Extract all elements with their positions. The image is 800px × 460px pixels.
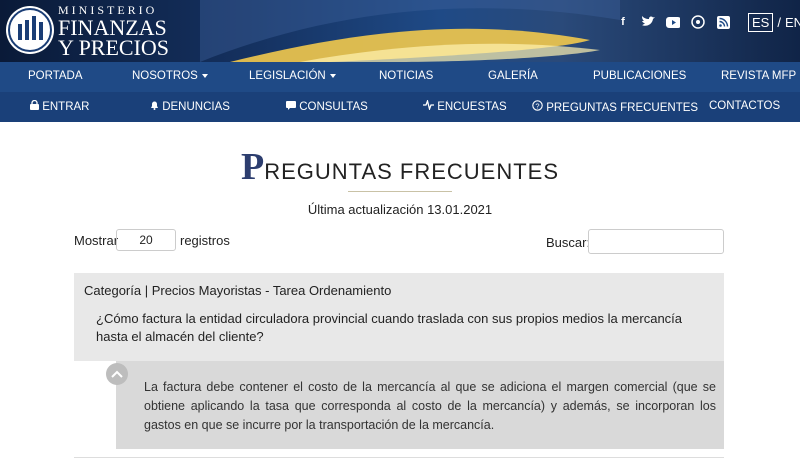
show-label: Mostrar [74, 233, 119, 248]
lang-en[interactable]: EN [785, 15, 800, 30]
nav-label: PORTADA [28, 70, 83, 82]
faq-question[interactable]: ¿Cómo factura la entidad circuladora pro… [96, 310, 716, 346]
nav-label: ENTRAR [42, 101, 90, 113]
nav-label: CONTACTOS [709, 100, 781, 112]
lang-es[interactable]: ES [748, 13, 774, 32]
nav-preguntas[interactable]: ? PREGUNTAS FRECUENTES [532, 100, 698, 114]
chevron-up-icon [111, 370, 123, 378]
nav-contactos[interactable]: CONTACTOS [709, 100, 780, 112]
nav-label: PUBLICACIONES [593, 70, 687, 82]
header-banner: MINISTERIO FINANZAS Y PRECIOS f ES / EN [0, 0, 800, 62]
nav-nosotros[interactable]: NOSOTROS [132, 70, 208, 82]
nav-legislacion[interactable]: LEGISLACIÓN [249, 70, 336, 82]
collapse-toggle[interactable] [106, 363, 128, 385]
records-label: registros [180, 233, 230, 248]
youtube-icon[interactable] [666, 15, 680, 29]
podcast-icon[interactable] [691, 15, 705, 29]
ministry-name[interactable]: MINISTERIO FINANZAS Y PRECIOS [58, 4, 169, 59]
search-input[interactable] [588, 229, 724, 254]
chat-icon [286, 101, 296, 110]
chevron-down-icon [201, 73, 208, 78]
nav-label: CONSULTAS [299, 101, 368, 113]
svg-text:?: ? [535, 101, 539, 110]
primary-nav: PORTADA NOSOTROS LEGISLACIÓN NOTICIAS GA… [0, 62, 800, 92]
social-links: f [616, 15, 730, 29]
title-rest: REGUNTAS FRECUENTES [264, 159, 560, 184]
pulse-icon [423, 98, 434, 112]
nav-galeria[interactable]: GALERÍA [488, 70, 538, 82]
faq-category: Categoría | Precios Mayoristas - Tarea O… [84, 283, 392, 298]
row-divider [74, 457, 724, 458]
nav-label: LEGISLACIÓN [249, 70, 326, 82]
nav-label: NOSOTROS [132, 70, 198, 82]
nav-label: REVISTA MFP [721, 70, 797, 82]
nav-label: PREGUNTAS FRECUENTES [546, 102, 699, 114]
nav-noticias[interactable]: NOTICIAS [379, 70, 433, 82]
bell-icon [151, 101, 158, 110]
nav-portada[interactable]: PORTADA [28, 70, 83, 82]
nav-label: GALERÍA [488, 70, 538, 82]
last-updated: Última actualización 13.01.2021 [307, 202, 493, 217]
logo-line3: Y PRECIOS [58, 35, 170, 60]
twitter-icon[interactable] [641, 15, 655, 29]
page-title: PREGUNTAS FRECUENTES [0, 145, 800, 189]
nav-label: DENUNCIAS [162, 101, 230, 113]
secondary-nav: ENTRAR DENUNCIAS CONSULTAS ENCUESTAS ? P… [0, 92, 800, 122]
facebook-icon[interactable]: f [616, 15, 630, 29]
nav-consultas[interactable]: CONSULTAS [286, 100, 368, 113]
nav-encuestas[interactable]: ENCUESTAS [423, 98, 507, 113]
page-size-select[interactable]: 20 [116, 229, 176, 251]
search-label: Buscar: [546, 235, 591, 250]
nav-denuncias[interactable]: DENUNCIAS [150, 100, 230, 113]
lang-separator: / [777, 15, 781, 30]
faq-answer: La factura debe contener el costo de la … [144, 380, 716, 432]
nav-revista[interactable]: REVISTA MFP [721, 70, 796, 82]
question-circle-icon: ? [532, 100, 543, 111]
nav-label: ENCUESTAS [437, 101, 507, 113]
nav-entrar[interactable]: ENTRAR [30, 99, 90, 113]
ministry-logo[interactable] [6, 6, 54, 54]
nav-publicaciones[interactable]: PUBLICACIONES [593, 70, 686, 82]
title-initial: P [240, 146, 265, 188]
language-switcher: ES / EN [748, 13, 800, 32]
chevron-down-icon [329, 73, 336, 78]
title-divider [348, 191, 452, 192]
building-icon [8, 8, 52, 52]
nav-label: NOTICIAS [379, 70, 434, 82]
lock-icon [30, 99, 39, 110]
rss-icon[interactable] [716, 15, 730, 29]
